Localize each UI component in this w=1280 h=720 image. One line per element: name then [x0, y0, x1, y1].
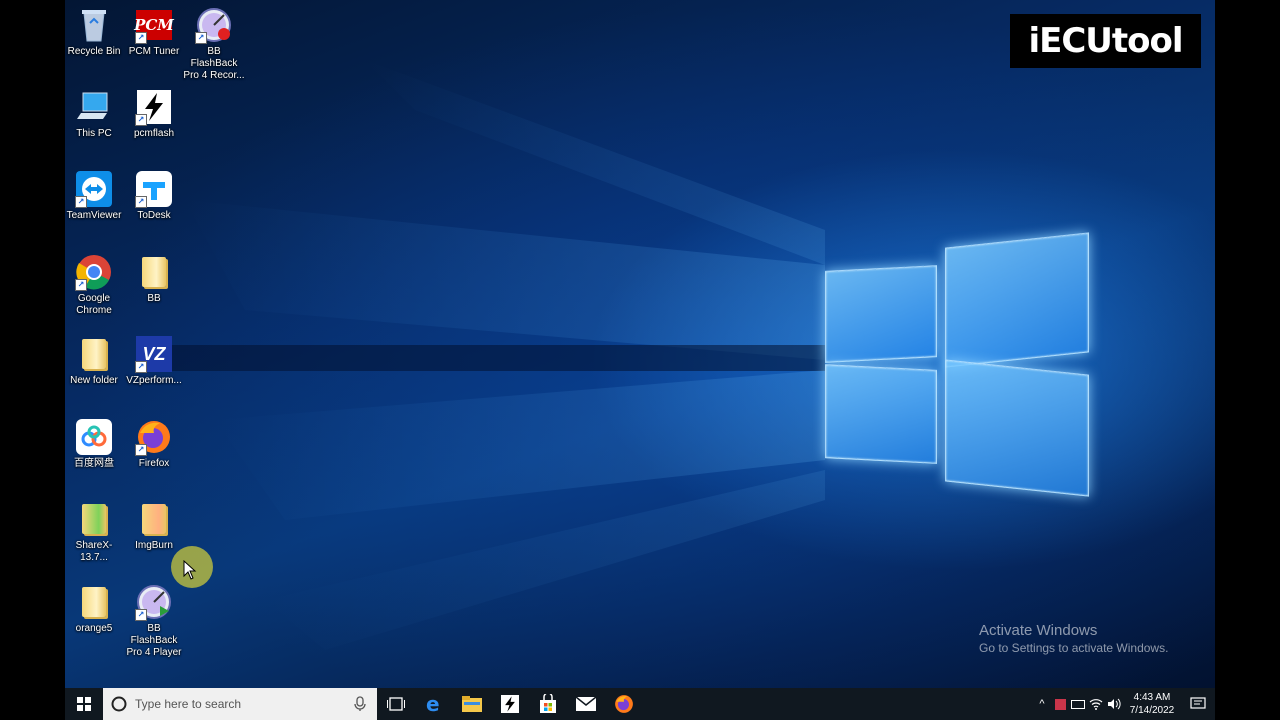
svg-text:e: e: [426, 694, 440, 714]
taskbar: Type here to search e ^ 4:43 AM 7/14/202…: [65, 688, 1215, 720]
chrome-icon: ↗: [75, 253, 113, 291]
app-tray-icon[interactable]: [1051, 688, 1069, 720]
windows-logo-pane-bl: [825, 364, 937, 464]
shortcut-arrow-icon: ↗: [135, 196, 147, 208]
battery-icon[interactable]: [1069, 688, 1087, 720]
task-view-button[interactable]: [377, 688, 415, 720]
desktop-icon-google-chrome[interactable]: ↗ Google Chrome: [65, 253, 125, 317]
desktop-icon-pcm-tuner[interactable]: PCM ↗ PCM Tuner: [123, 6, 185, 58]
microphone-icon[interactable]: [353, 696, 367, 712]
desktop[interactable]: Recycle Bin PCM ↗ PCM Tuner ↗ BB FlashBa…: [65, 0, 1215, 720]
taskbar-edge[interactable]: e: [415, 688, 453, 720]
mouse-cursor-icon: [183, 560, 197, 580]
desktop-icon-teamviewer[interactable]: ↗ TeamViewer: [65, 170, 125, 222]
edge-icon: e: [426, 694, 440, 714]
system-tray: ^ 4:43 AM 7/14/2022: [1033, 688, 1215, 720]
pcmflash-taskbar-icon: [501, 695, 519, 713]
activation-subtitle: Go to Settings to activate Windows.: [979, 641, 1169, 655]
shortcut-arrow-icon: ↗: [135, 361, 147, 373]
folder-icon: [135, 500, 173, 538]
vzperformance-icon: VZ ↗: [135, 335, 173, 373]
shortcut-arrow-icon: ↗: [135, 609, 147, 621]
activation-title: Activate Windows: [979, 622, 1098, 639]
search-placeholder: Type here to search: [135, 697, 242, 711]
windows-start-icon: [77, 697, 91, 711]
windows-logo-pane-br: [945, 359, 1089, 497]
desktop-icon-pcmflash[interactable]: ↗ pcmflash: [123, 88, 185, 140]
pcm-tuner-icon: PCM ↗: [134, 6, 174, 44]
pcmflash-icon: ↗: [135, 88, 173, 126]
taskbar-store[interactable]: [529, 688, 567, 720]
teamviewer-icon: ↗: [75, 170, 113, 208]
shortcut-arrow-icon: ↗: [195, 32, 207, 44]
task-view-icon: [387, 697, 405, 711]
desktop-icon-vzperformance[interactable]: VZ ↗ VZperform...: [123, 335, 185, 387]
start-button[interactable]: [65, 688, 103, 720]
firefox-taskbar-icon: [615, 695, 633, 713]
shortcut-arrow-icon: ↗: [135, 32, 147, 44]
mail-envelope-icon: [576, 697, 596, 711]
taskbar-clock[interactable]: 4:43 AM 7/14/2022: [1123, 691, 1181, 717]
volume-icon[interactable]: [1105, 688, 1123, 720]
shortcut-arrow-icon: ↗: [135, 114, 147, 126]
taskbar-pcmflash[interactable]: [491, 688, 529, 720]
desktop-icon-bb-flashback-player[interactable]: ↗ BB FlashBack Pro 4 Player: [123, 583, 185, 659]
wifi-icon[interactable]: [1087, 688, 1105, 720]
desktop-icon-sharex-folder[interactable]: ShareX-13.7...: [65, 500, 125, 564]
baidu-netdisk-icon: [75, 418, 113, 456]
desktop-icon-recycle-bin[interactable]: Recycle Bin: [65, 6, 125, 58]
folder-icon: [75, 583, 113, 621]
store-bag-icon: [540, 694, 556, 713]
desktop-icon-todesk[interactable]: ↗ ToDesk: [123, 170, 185, 222]
desktop-icon-firefox[interactable]: ↗ Firefox: [123, 418, 185, 470]
taskbar-firefox[interactable]: [605, 688, 643, 720]
windows-logo-pane-tl: [825, 265, 937, 363]
folder-icon: [75, 500, 113, 538]
recycle-bin-icon: [75, 6, 113, 44]
shortcut-arrow-icon: ↗: [135, 444, 147, 456]
show-hidden-icons-chevron-icon[interactable]: ^: [1033, 688, 1051, 720]
video-frame: Recycle Bin PCM ↗ PCM Tuner ↗ BB FlashBa…: [0, 0, 1280, 720]
desktop-icon-baidu-netdisk[interactable]: 百度网盘: [65, 418, 125, 470]
shortcut-arrow-icon: ↗: [75, 196, 87, 208]
cortana-circle-icon: [111, 696, 127, 712]
desktop-icon-this-pc[interactable]: This PC: [65, 88, 125, 140]
clock-time: 4:43 AM: [1133, 692, 1171, 703]
taskbar-mail[interactable]: [567, 688, 605, 720]
taskbar-search-box[interactable]: Type here to search: [103, 688, 377, 720]
todesk-icon: ↗: [135, 170, 173, 208]
taskbar-file-explorer[interactable]: [453, 688, 491, 720]
activation-watermark: Activate Windows Go to Settings to activ…: [979, 622, 1168, 655]
folder-icon: [75, 335, 113, 373]
brand-logo: iECUtool: [1010, 14, 1201, 68]
desktop-icon-imgburn-folder[interactable]: ImgBurn: [123, 500, 185, 552]
desktop-icon-new-folder[interactable]: New folder: [65, 335, 125, 387]
folder-icon: [135, 253, 173, 291]
clock-date: 7/14/2022: [1129, 705, 1175, 716]
action-center-notification-icon[interactable]: [1181, 688, 1215, 720]
bb-flashback-player-icon: ↗: [135, 583, 173, 621]
desktop-icon-bb-flashback-recorder[interactable]: ↗ BB FlashBack Pro 4 Recor...: [183, 6, 245, 82]
shortcut-arrow-icon: ↗: [75, 279, 87, 291]
desktop-icon-bb-folder[interactable]: BB: [123, 253, 185, 305]
bb-flashback-recorder-icon: ↗: [195, 6, 233, 44]
desktop-icon-orange5-folder[interactable]: orange5: [65, 583, 125, 635]
this-pc-icon: [75, 88, 113, 126]
windows-logo-pane-tr: [945, 232, 1089, 368]
wallpaper-beams: [165, 60, 825, 650]
firefox-icon: ↗: [135, 418, 173, 456]
file-explorer-icon: [462, 696, 482, 712]
